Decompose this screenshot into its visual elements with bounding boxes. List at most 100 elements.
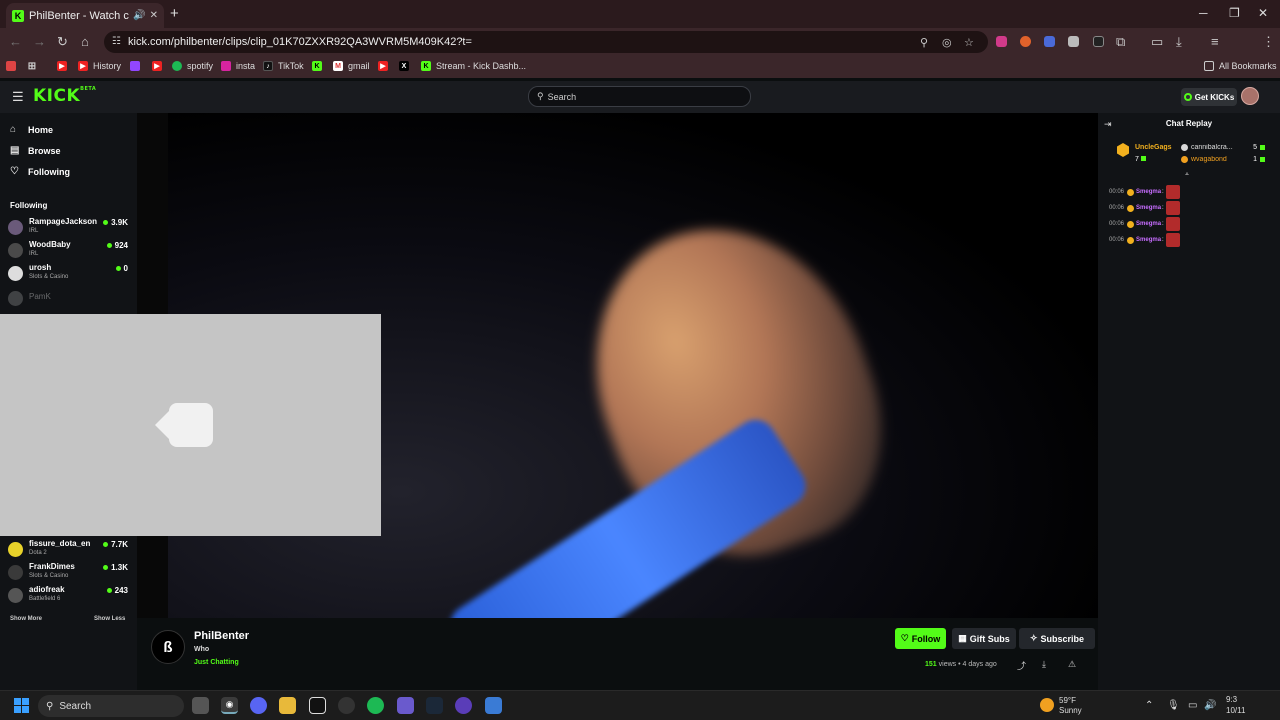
pip-overlay[interactable] (0, 314, 381, 536)
chat-panel: ⇥ Chat Replay UncleGags 7 cannibalcra...… (1098, 113, 1280, 690)
app-icon[interactable] (455, 697, 472, 714)
game-controller-icon[interactable] (397, 697, 414, 714)
youtube-bookmark[interactable]: ▶ (152, 61, 167, 71)
microphone-icon[interactable]: 🎙 (1167, 700, 1180, 711)
discord-icon[interactable] (250, 697, 267, 714)
app-icon[interactable] (338, 697, 355, 714)
kick-bookmark[interactable]: K (312, 61, 327, 71)
taskbar-search[interactable]: ⚲ Search (38, 695, 184, 717)
chrome-icon[interactable]: ◉ (221, 697, 238, 714)
leaderboard-item[interactable]: cannibalcra... 5 (1181, 144, 1265, 151)
extension-icon[interactable] (996, 36, 1007, 47)
channel-item[interactable]: WoodBaby IRL 924 (8, 240, 128, 262)
new-tab-icon[interactable]: + (170, 5, 179, 22)
download-icon[interactable]: ⤓ (1042, 659, 1046, 670)
share-icon[interactable]: ⤴ (1017, 659, 1026, 672)
instagram-icon (221, 61, 231, 71)
youtube-bookmark[interactable]: ▶ (378, 61, 393, 71)
kick-logo[interactable]: KICKBETA (33, 86, 96, 106)
x-bookmark[interactable]: X (399, 61, 414, 71)
channel-avatar (8, 542, 23, 557)
all-bookmarks[interactable]: All Bookmarks (1204, 61, 1277, 71)
reload-icon[interactable]: ↻ (57, 34, 68, 50)
minimize-icon[interactable]: ─ (1199, 6, 1208, 20)
speaker-icon[interactable]: 🔊 (133, 10, 145, 21)
puzzle-icon[interactable]: ⧉ (1116, 34, 1125, 50)
windows-start-icon[interactable] (14, 698, 29, 713)
bookmark-kick-dashboard[interactable]: K Stream - Kick Dashb... (421, 61, 526, 71)
get-kicks-button[interactable]: Get KICKs (1181, 88, 1237, 106)
show-less-button[interactable]: Show Less (94, 616, 125, 622)
extension-icon[interactable] (1093, 36, 1104, 47)
channel-item[interactable]: FrankDimes Slots & Casino 1.3K (8, 562, 128, 584)
bookmark-insta[interactable]: insta (221, 61, 255, 71)
search-input[interactable]: ⚲ Search (528, 86, 751, 107)
streamer-avatar[interactable]: ß (151, 630, 185, 664)
nav-following[interactable]: ♡ Following (10, 166, 70, 177)
network-icon[interactable]: ▭ (1188, 700, 1197, 711)
channel-avatar (8, 266, 23, 281)
gift-icon: ▦ (958, 633, 967, 643)
pin-expand-icon[interactable]: ⩡ (1185, 171, 1189, 179)
hamburger-menu-icon[interactable]: ☰ (12, 89, 24, 105)
clock[interactable]: 9:3 10/11 (1226, 694, 1245, 716)
restore-icon[interactable]: ❐ (1229, 6, 1240, 20)
bookmark-icon[interactable] (6, 61, 21, 71)
subscribe-button[interactable]: ✧ Subscribe (1019, 628, 1095, 649)
download-icon[interactable]: ⤓ (1176, 34, 1182, 50)
bookmark-gmail[interactable]: Mgmail (333, 61, 370, 71)
stream-category[interactable]: Just Chatting (194, 659, 239, 666)
steam-icon[interactable] (426, 697, 443, 714)
zoom-icon[interactable]: ⚲ (920, 36, 928, 49)
task-view-icon[interactable] (192, 697, 209, 714)
bookmark-spotify[interactable]: spotify (172, 61, 213, 71)
forward-icon[interactable]: → (33, 34, 46, 49)
channel-item[interactable]: urosh Slots & Casino 0 (8, 263, 128, 285)
menu-dots-icon[interactable]: ⋮ (1262, 34, 1275, 50)
heart-icon: ♡ (10, 166, 19, 177)
twitch-bookmark[interactable] (130, 61, 145, 71)
reading-list-icon[interactable]: ≡ (1211, 34, 1219, 49)
tray-chevron-icon[interactable]: ⌃ (1145, 700, 1153, 711)
home-browser-icon[interactable]: ⌂ (81, 34, 89, 49)
eye-off-icon[interactable]: ◎ (942, 36, 952, 49)
volume-icon[interactable]: 🔊 (1204, 700, 1216, 711)
streamer-name[interactable]: PhilBenter (194, 630, 249, 642)
kick-favicon-icon: K (12, 9, 24, 22)
channel-item[interactable]: adiofreak Battlefield 6 243 (8, 585, 128, 607)
user-avatar[interactable] (1241, 87, 1259, 105)
report-icon[interactable]: ⚠ (1068, 659, 1076, 670)
bookmark-tiktok[interactable]: ♪ TikTok (263, 61, 304, 71)
emote-icon (1165, 233, 1180, 247)
window-close-icon[interactable]: ✕ (1258, 6, 1268, 20)
show-more-button[interactable]: Show More (10, 616, 42, 622)
channel-item[interactable]: PamK (8, 288, 128, 310)
shield-icon[interactable] (1068, 36, 1079, 47)
channel-item[interactable]: RampageJackson IRL 3.9K (8, 217, 128, 239)
bookmark-history[interactable]: ▶ History (78, 61, 121, 71)
nav-browse[interactable]: ▤ Browse (10, 145, 61, 156)
star-icon[interactable]: ☆ (964, 36, 974, 49)
youtube-bookmark[interactable]: ▶ (57, 61, 72, 71)
app-icon[interactable] (485, 697, 502, 714)
file-explorer-icon[interactable] (279, 697, 296, 714)
apps-grid-icon[interactable]: ⊞ (27, 61, 42, 72)
site-info-icon[interactable]: ☷ (112, 36, 121, 47)
extension-icon[interactable] (1020, 36, 1031, 47)
cast-icon[interactable]: ▭ (1151, 34, 1163, 50)
follow-button[interactable]: ♡ Follow (895, 628, 946, 649)
browser-tab[interactable]: K PhilBenter - Watch clips on 🔊 ✕ (6, 3, 164, 28)
bookmarks-bar: ⊞ ▶ ▶ History ▶ spotify insta ♪ TikTok K M… (0, 56, 1280, 78)
spotify-icon[interactable] (367, 697, 384, 714)
channel-item[interactable]: fissure_dota_en Dota 2 7.7K (8, 539, 128, 561)
address-bar[interactable]: ☷ kick.com/philbenter/clips/clip_01K70ZX… (104, 31, 988, 53)
tab-close-icon[interactable]: ✕ (150, 10, 158, 21)
gift-subs-button[interactable]: ▦ Gift Subs (952, 628, 1016, 649)
nav-home[interactable]: ⌂ Home (10, 124, 53, 135)
extension-icon[interactable] (1044, 36, 1055, 47)
gifter-badge-icon (1117, 143, 1129, 157)
leaderboard-item[interactable]: wvagabond 1 (1181, 156, 1265, 163)
app-icon[interactable] (309, 697, 326, 714)
top-gifter-name[interactable]: UncleGags (1135, 144, 1172, 151)
back-icon[interactable]: ← (9, 34, 22, 49)
